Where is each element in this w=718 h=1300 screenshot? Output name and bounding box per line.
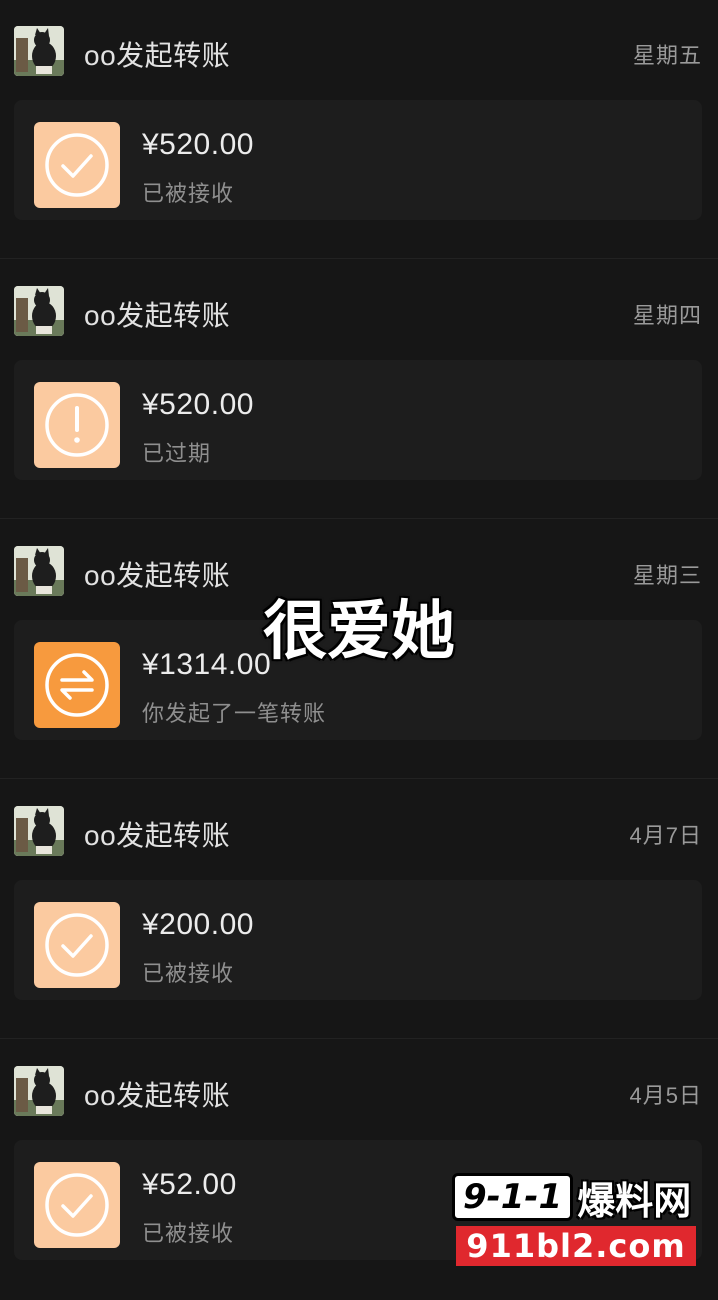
- timestamp: 星期四: [632, 303, 702, 328]
- transfer-status: 已过期: [142, 441, 212, 466]
- entry-header: oo发起转账 4月5日: [14, 1066, 702, 1118]
- transfer-status: 已被接收: [142, 1221, 235, 1246]
- transfer-amount: ¥52.00: [142, 1168, 237, 1201]
- transfer-status: 已被接收: [142, 181, 235, 206]
- transfer-status: 你发起了一笔转账: [142, 701, 327, 726]
- check-icon: [45, 133, 109, 197]
- status-icon-box: [34, 902, 120, 988]
- watermark-top: 9-1-1 爆料网: [452, 1172, 704, 1223]
- sender-label: oo发起转账: [84, 40, 231, 71]
- status-icon-box: [34, 122, 120, 208]
- entry-header: oo发起转账 星期四: [14, 286, 702, 338]
- transfer-status: 已被接收: [142, 961, 235, 986]
- transfer-entry: oo发起转账 星期五 ¥520.00 已被接收: [0, 0, 718, 260]
- check-icon: [45, 913, 109, 977]
- avatar[interactable]: [14, 1066, 64, 1116]
- transfer-entry: oo发起转账 星期四 ¥520.00 已过期: [0, 258, 718, 520]
- exclamation-icon: [45, 393, 109, 457]
- timestamp: 星期五: [632, 43, 702, 68]
- status-icon-box: [34, 1162, 120, 1248]
- transfer-amount: ¥200.00: [142, 908, 254, 941]
- avatar[interactable]: [14, 26, 64, 76]
- transfer-entry: oo发起转账 4月7日 ¥200.00 已被接收: [0, 778, 718, 1040]
- transfer-card[interactable]: ¥520.00 已被接收: [14, 100, 702, 220]
- cat-avatar-icon: [14, 286, 64, 336]
- status-icon-box: [34, 382, 120, 468]
- sender-label: oo发起转账: [84, 1080, 231, 1111]
- transfer-amount: ¥520.00: [142, 388, 254, 421]
- sender-label: oo发起转账: [84, 300, 231, 331]
- transfer-amount: ¥520.00: [142, 128, 254, 161]
- cat-avatar-icon: [14, 26, 64, 76]
- watermark-url: 911bl2.com: [456, 1226, 696, 1266]
- transfer-card[interactable]: ¥520.00 已过期: [14, 360, 702, 480]
- check-icon: [45, 1173, 109, 1237]
- timestamp: 4月7日: [629, 823, 702, 848]
- watermark-logo: 9-1-1: [452, 1173, 574, 1221]
- timestamp: 4月5日: [629, 1083, 702, 1108]
- entry-header: oo发起转账 星期五: [14, 26, 702, 78]
- entry-header: oo发起转账 4月7日: [14, 806, 702, 858]
- cat-avatar-icon: [14, 806, 64, 856]
- transfer-card[interactable]: ¥200.00 已被接收: [14, 880, 702, 1000]
- video-caption: 很爱她: [262, 594, 456, 670]
- sender-label: oo发起转账: [84, 820, 231, 851]
- watermark-brand: 爆料网: [577, 1178, 692, 1223]
- avatar[interactable]: [14, 286, 64, 336]
- avatar[interactable]: [14, 806, 64, 856]
- watermark: 9-1-1 爆料网 911bl2.com: [452, 1172, 704, 1268]
- cat-avatar-icon: [14, 1066, 64, 1116]
